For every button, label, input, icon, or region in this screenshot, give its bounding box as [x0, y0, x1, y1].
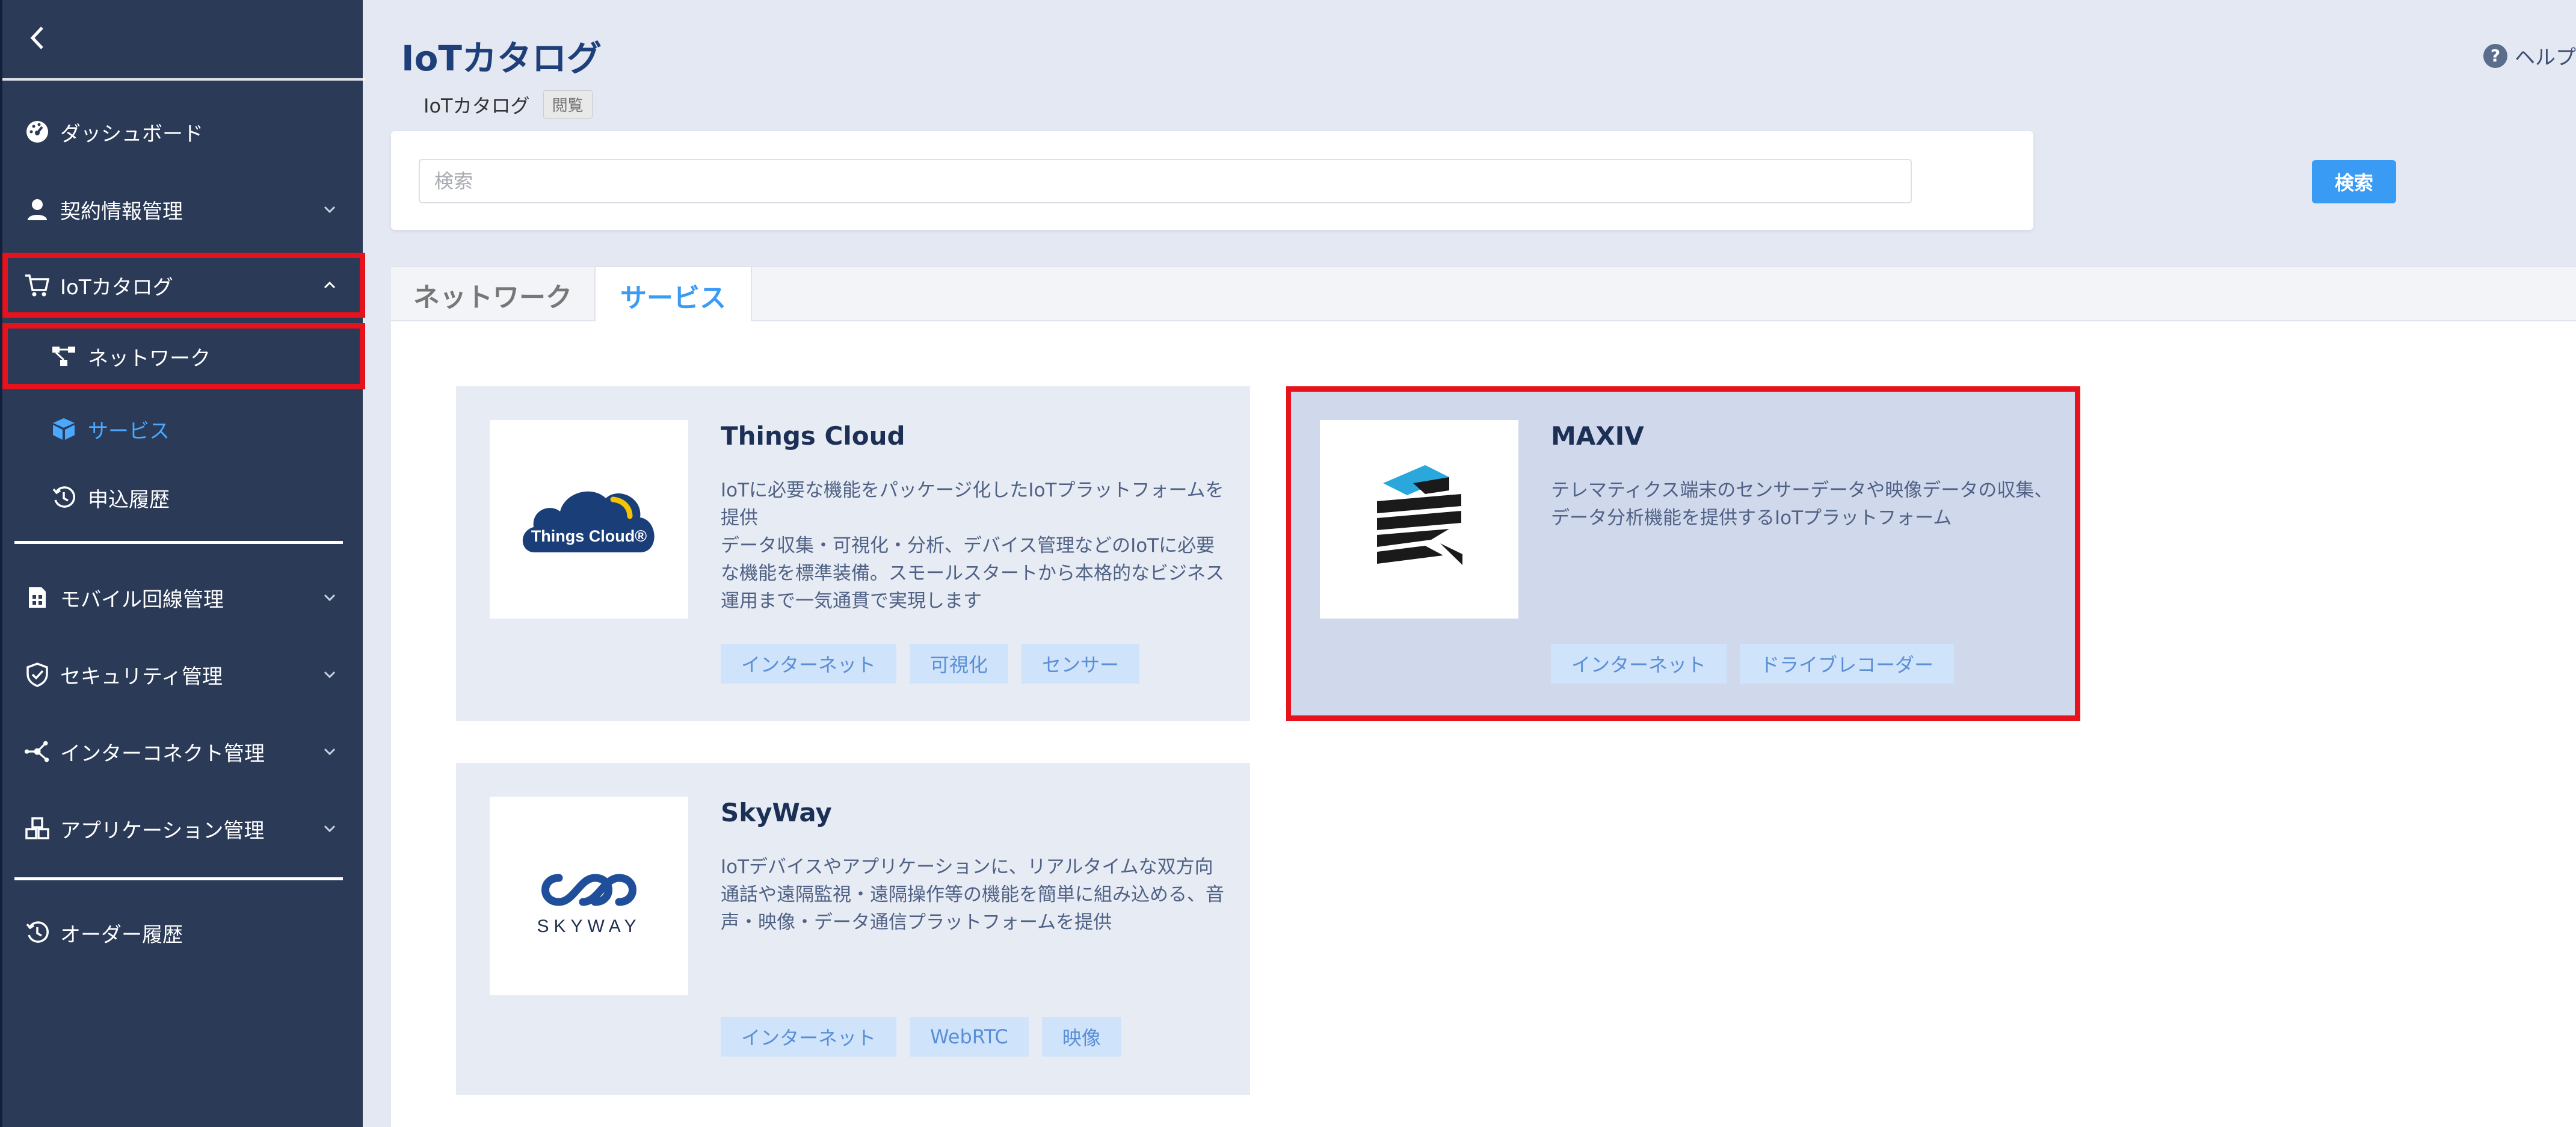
sidebar-divider	[14, 877, 343, 880]
search-input[interactable]	[419, 159, 1912, 203]
card-title: Things Cloud	[721, 421, 905, 451]
gauge-icon	[24, 119, 51, 145]
cubes-icon	[24, 815, 51, 842]
sidebar-item-dashboard[interactable]: ダッシュボード	[2, 99, 365, 165]
maxiv-logo	[1320, 420, 1518, 619]
chevron-down-icon	[324, 748, 336, 756]
sidebar-item-label: ネットワーク	[88, 346, 211, 371]
collapse-sidebar-button[interactable]	[25, 23, 49, 53]
tag-drive-recorder: ドライブレコーダー	[1740, 644, 1955, 684]
history-icon	[24, 919, 51, 946]
sim-card-icon	[24, 584, 51, 611]
view-mode-badge: 閲覧	[543, 90, 593, 119]
network-icon	[51, 343, 77, 369]
tag-internet: インターネット	[1551, 644, 1727, 684]
tab-service[interactable]: サービス	[596, 267, 752, 324]
catalog-card-things-cloud[interactable]: Things Cloud® Things Cloud IoTに必要な機能をパッケ…	[456, 386, 1250, 721]
card-description: IoTデバイスやアプリケーションに、リアルタイムな双方向通話や遠隔監視・遠隔操作…	[721, 856, 1224, 933]
shield-check-icon	[24, 661, 51, 688]
search-panel: 検索	[391, 131, 2396, 230]
card-description: テレマティクス端末のセンサーデータや映像データの収集、データ分析機能を提供するI…	[1551, 480, 2053, 529]
catalog-card-maxiv[interactable]: MAXIV テレマティクス端末のセンサーデータや映像データの収集、データ分析機能…	[1286, 386, 2080, 721]
chevron-left-icon	[30, 26, 43, 49]
tag-video: 映像	[1041, 1017, 1121, 1057]
card-tags: インターネット WebRTC 映像	[721, 1017, 1121, 1057]
help-label: ヘルプ	[2515, 46, 2576, 70]
skyway-logo: SKYWAY	[490, 797, 688, 995]
sidebar-item-label: サービス	[88, 419, 170, 443]
sidebar-item-application-mgmt[interactable]: アプリケーション管理	[2, 795, 365, 862]
sidebar-item-interconnect[interactable]: インターコネクト管理	[2, 718, 365, 785]
tag-sensor: センサー	[1021, 644, 1140, 684]
help-icon: ?	[2483, 43, 2507, 68]
card-title: SkyWay	[721, 798, 832, 827]
sidebar-item-iot-catalog[interactable]: IoTカタログ	[2, 253, 365, 318]
card-description: IoTに必要な機能をパッケージ化したIoTプラットフォームを提供 データ収集・可…	[721, 480, 1224, 612]
sidebar-item-label: モバイル回線管理	[60, 587, 224, 612]
breadcrumb: IoTカタログ 閲覧	[424, 90, 593, 119]
sidebar-item-label: ダッシュボード	[60, 122, 203, 146]
chevron-down-icon	[324, 671, 336, 679]
sidebar-item-label: IoTカタログ	[60, 275, 173, 300]
things-cloud-logo-text: Things Cloud®	[531, 527, 647, 545]
catalog-card-skyway[interactable]: SKYWAY SkyWay IoTデバイスやアプリケーションに、リアルタイムな双…	[456, 763, 1250, 1095]
sidebar-item-label: 契約情報管理	[60, 199, 183, 224]
tab-bar: ネットワーク サービス	[391, 266, 2576, 324]
sidebar-item-service[interactable]: サービス	[2, 396, 365, 462]
tag-webrtc: WebRTC	[910, 1017, 1029, 1057]
box-icon	[51, 416, 77, 442]
hub-icon	[24, 738, 51, 765]
tab-network[interactable]: ネットワーク	[391, 267, 596, 323]
chevron-down-icon	[324, 825, 336, 833]
sidebar-item-application-history[interactable]: 申込履歴	[2, 465, 365, 531]
sidebar-item-label: セキュリティ管理	[60, 664, 223, 689]
search-button[interactable]: 検索	[2312, 160, 2396, 203]
history-icon	[51, 484, 77, 511]
sidebar-item-label: インターコネクト管理	[60, 741, 265, 766]
sidebar-item-contract[interactable]: 契約情報管理	[2, 176, 365, 242]
tag-internet: インターネット	[721, 1017, 897, 1057]
sidebar-item-order-history[interactable]: オーダー履歴	[2, 900, 365, 966]
sidebar-item-label: オーダー履歴	[60, 922, 183, 947]
card-tags: インターネット 可視化 センサー	[721, 644, 1140, 684]
sidebar: ダッシュボード 契約情報管理 IoTカタログ ネットワーク サービス 申込履歴	[0, 0, 365, 1127]
sidebar-item-network[interactable]: ネットワーク	[2, 323, 365, 389]
page-title: IoTカタログ	[401, 38, 602, 79]
user-icon	[24, 196, 51, 223]
help-link[interactable]: ? ヘルプ	[2483, 41, 2576, 70]
breadcrumb-item: IoTカタログ	[424, 94, 530, 117]
chevron-down-icon	[324, 206, 336, 214]
sidebar-item-label: アプリケーション管理	[60, 818, 265, 843]
things-cloud-logo: Things Cloud®	[490, 420, 688, 619]
sidebar-divider	[14, 541, 343, 544]
catalog-content: Things Cloud® Things Cloud IoTに必要な機能をパッケ…	[391, 321, 2576, 1127]
tag-internet: インターネット	[721, 644, 897, 684]
chevron-down-icon	[324, 594, 336, 602]
sidebar-item-mobile-line[interactable]: モバイル回線管理	[2, 564, 365, 631]
sidebar-item-security[interactable]: セキュリティ管理	[2, 641, 365, 708]
cart-icon	[24, 272, 51, 298]
sidebar-divider	[2, 78, 365, 81]
card-tags: インターネット ドライブレコーダー	[1551, 644, 1955, 684]
chevron-up-icon	[324, 281, 336, 289]
sidebar-item-label: 申込履歴	[88, 487, 170, 512]
skyway-logo-text: SKYWAY	[537, 916, 641, 936]
card-title: MAXIV	[1551, 421, 1644, 451]
tag-visualization: 可視化	[910, 644, 1009, 684]
